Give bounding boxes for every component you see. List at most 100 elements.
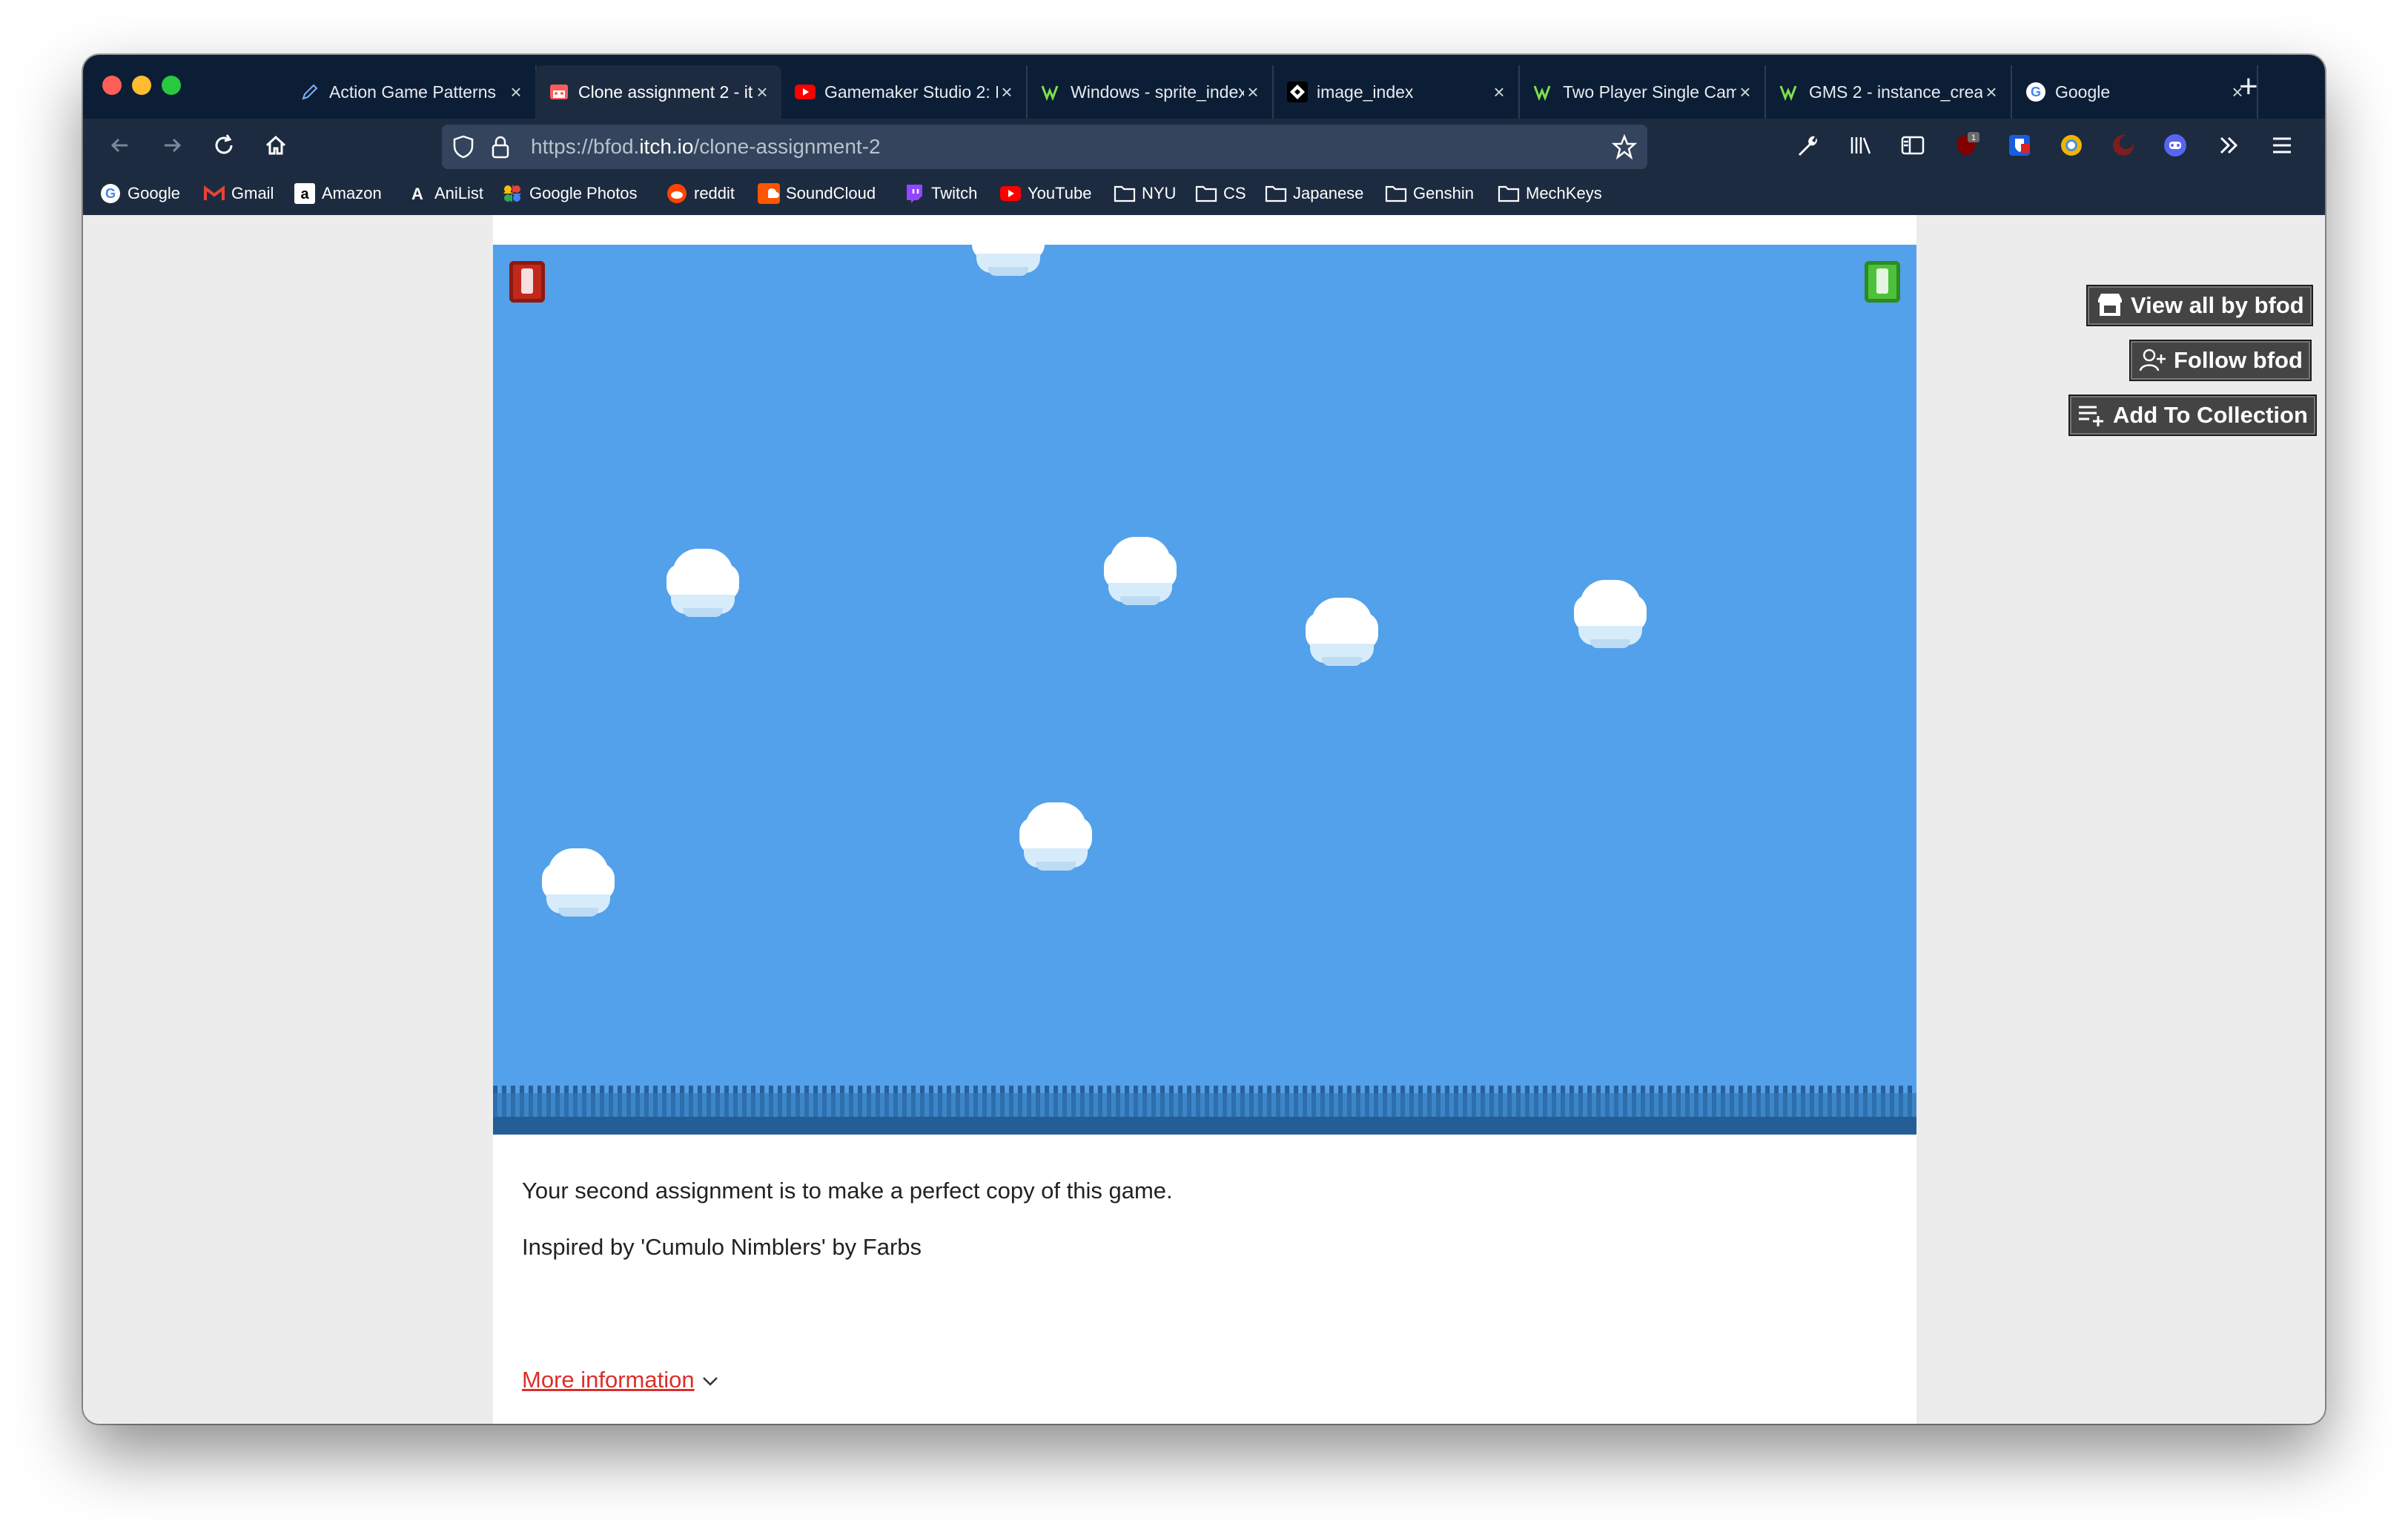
google-icon: G: [99, 182, 122, 205]
ground-strip: [493, 1086, 1916, 1135]
tab-action-game-patterns[interactable]: Action Game Patterns ×: [211, 65, 537, 119]
bookmark-gmail[interactable]: Gmail: [203, 179, 274, 208]
shield-icon[interactable]: [452, 135, 474, 162]
discord-icon[interactable]: [2159, 129, 2192, 162]
wrench-icon[interactable]: [1791, 129, 1824, 162]
description-line-2: Inspired by 'Cumulo Nimblers' by Farbs: [522, 1234, 922, 1260]
svg-text:G: G: [2031, 85, 2041, 99]
tab-clone-assignment[interactable]: Clone assignment 2 - itch.io ×: [535, 65, 781, 119]
dark-reader-icon[interactable]: [2107, 129, 2140, 162]
tab-title: image_index: [1317, 82, 1414, 102]
player-two-sprite: [1865, 261, 1900, 303]
youtube-icon: [999, 182, 1022, 205]
bookmark-google[interactable]: G Google: [99, 179, 180, 208]
url-bar[interactable]: https://bfod.itch.io/clone-assignment-2: [442, 125, 1647, 169]
url-text[interactable]: https://bfod.itch.io/clone-assignment-2: [531, 135, 881, 159]
amazon-icon: a: [294, 182, 316, 205]
tab-title: Windows - sprite_index: [1071, 82, 1244, 102]
playlist-add-icon: [2077, 400, 2107, 430]
gamemaker-icon: [1041, 82, 1062, 102]
more-information-link[interactable]: More information: [522, 1367, 718, 1393]
overflow-chevron-icon[interactable]: [2212, 129, 2245, 162]
tab-google[interactable]: G Google ×: [2012, 65, 2258, 119]
tab-title: Action Game Patterns: [329, 82, 496, 102]
reload-button[interactable]: [206, 128, 242, 163]
gamemaker-icon: [1779, 82, 1800, 102]
twitch-icon: [903, 182, 925, 205]
browser-window: Action Game Patterns × Clone assignment …: [83, 55, 2325, 1424]
close-tab-icon[interactable]: ×: [1244, 81, 1262, 104]
add-to-collection-button[interactable]: Add To Collection: [2070, 396, 2315, 435]
menu-icon[interactable]: [2266, 129, 2298, 162]
svg-text:a: a: [300, 186, 309, 202]
home-button[interactable]: [258, 128, 294, 163]
close-tab-icon[interactable]: ×: [1982, 81, 2000, 104]
cloud-sprite: [1104, 537, 1177, 607]
bookmarks-bar: G Google Gmail a Amazon A AniList Google…: [83, 172, 2325, 215]
add-user-icon: [2138, 346, 2168, 375]
tab-title: Two Player Single Camera: [1563, 82, 1736, 102]
svg-text:G: G: [105, 186, 116, 201]
tab-gamemaker-studio[interactable]: Gamemaker Studio 2: Pixel Art ×: [781, 65, 1028, 119]
bookmark-folder-mechkeys[interactable]: MechKeys: [1498, 179, 1602, 208]
close-tab-icon[interactable]: ×: [998, 81, 1016, 104]
tab-title: Google: [2055, 82, 2111, 102]
close-tab-icon[interactable]: ×: [1490, 81, 1508, 104]
tab-windows-sprite-index[interactable]: Windows - sprite_index ×: [1028, 65, 1274, 119]
bookmark-reddit[interactable]: reddit: [666, 179, 735, 208]
gamemaker-icon: [1533, 82, 1554, 102]
bookmark-anilist[interactable]: A AniList: [406, 179, 483, 208]
player-one-sprite: [509, 261, 545, 303]
bookmark-star-icon[interactable]: [1611, 133, 1638, 163]
lock-icon[interactable]: [491, 135, 510, 162]
ublock-icon[interactable]: 1: [1950, 129, 1982, 162]
youtube-icon: [795, 82, 816, 102]
folder-icon: [1385, 182, 1407, 205]
zoom-window-button[interactable]: [162, 76, 181, 95]
folder-icon: [1265, 182, 1287, 205]
close-tab-icon[interactable]: ×: [507, 81, 525, 104]
tab-title: Gamemaker Studio 2: Pixel Art: [824, 82, 998, 102]
photos-icon: [501, 182, 523, 205]
close-tab-icon[interactable]: ×: [753, 81, 771, 104]
cloud-sprite: [1306, 598, 1378, 667]
tab-two-player-camera[interactable]: Two Player Single Camera ×: [1520, 65, 1766, 119]
tab-image-index[interactable]: image_index ×: [1274, 65, 1520, 119]
close-window-button[interactable]: [102, 76, 122, 95]
folder-icon: [1114, 182, 1136, 205]
new-tab-button[interactable]: +: [2239, 68, 2258, 105]
bookmark-amazon[interactable]: a Amazon: [294, 179, 382, 208]
cloud-sprite: [1574, 580, 1647, 650]
view-all-button[interactable]: View all by bfod: [2088, 286, 2312, 325]
bookmark-twitch[interactable]: Twitch: [903, 179, 977, 208]
tab-gms-instance-create[interactable]: GMS 2 - instance_create ×: [1766, 65, 2012, 119]
bookmark-folder-japanese[interactable]: Japanese: [1265, 179, 1363, 208]
bookmark-folder-nyu[interactable]: NYU: [1114, 179, 1176, 208]
tab-title: GMS 2 - instance_create: [1809, 82, 1982, 102]
follow-button[interactable]: Follow bfod: [2131, 341, 2310, 380]
tab-title: Clone assignment 2 - itch.io: [578, 82, 753, 102]
itchio-storefront-icon: [2095, 291, 2125, 320]
back-button[interactable]: [102, 128, 138, 163]
bookmark-folder-cs[interactable]: CS: [1195, 179, 1246, 208]
close-tab-icon[interactable]: ×: [1736, 81, 1754, 104]
navigation-bar: https://bfod.itch.io/clone-assignment-2 …: [83, 119, 2325, 172]
cloud-sprite: [972, 245, 1045, 277]
chrome-ext-icon[interactable]: [2055, 129, 2088, 162]
sidebar-icon[interactable]: [1896, 129, 1929, 162]
bookmark-google-photos[interactable]: Google Photos: [501, 179, 638, 208]
cloud-sprite: [1019, 802, 1092, 872]
reddit-icon: [666, 182, 688, 205]
minimize-window-button[interactable]: [132, 76, 151, 95]
page-content: Your second assignment is to make a perf…: [83, 215, 2325, 1424]
bookmark-youtube[interactable]: YouTube: [999, 179, 1091, 208]
bookmark-soundcloud[interactable]: SoundCloud: [758, 179, 876, 208]
library-icon[interactable]: [1845, 129, 1877, 162]
bitwarden-icon[interactable]: [2003, 129, 2036, 162]
anilist-icon: A: [406, 182, 429, 205]
cloud-sprite: [542, 848, 615, 918]
tab-bar: Action Game Patterns × Clone assignment …: [83, 55, 2325, 119]
bookmark-folder-genshin[interactable]: Genshin: [1385, 179, 1474, 208]
game-canvas[interactable]: [493, 245, 1916, 1135]
forward-button[interactable]: [154, 128, 190, 163]
